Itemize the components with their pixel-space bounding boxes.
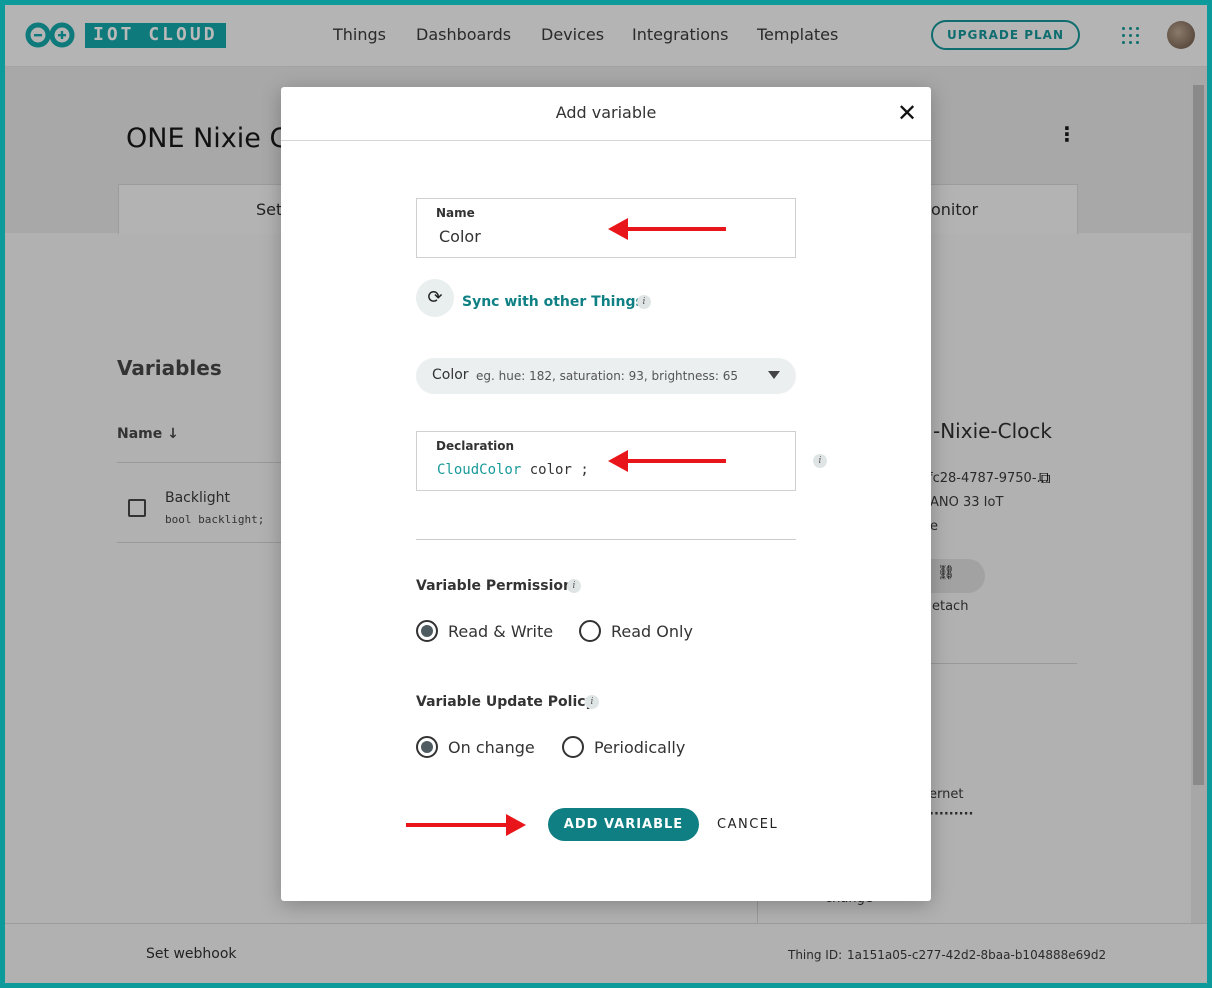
detach-label: etach xyxy=(932,599,969,614)
permission-label: Variable Permission xyxy=(416,578,573,594)
brand-logo[interactable]: IOT CLOUD xyxy=(85,23,226,48)
info-icon[interactable]: i xyxy=(567,579,581,593)
upgrade-plan-button[interactable]: UPGRADE PLAN xyxy=(931,20,1080,50)
thing-id-label: Thing ID: xyxy=(788,948,843,962)
declaration-end: ; xyxy=(580,462,589,478)
nav-dashboards[interactable]: Dashboards xyxy=(416,25,511,44)
read-only-label[interactable]: Read Only xyxy=(611,622,693,641)
sync-icon[interactable]: ⟳ xyxy=(416,279,454,317)
device-id: fc28-4787-9750-... xyxy=(928,471,1049,486)
set-webhook-link[interactable]: Set webhook xyxy=(146,946,237,962)
declaration-name: color xyxy=(529,462,572,478)
variable-declaration: bool backlight; xyxy=(165,513,265,526)
variable-name[interactable]: Backlight xyxy=(165,490,230,506)
info-icon[interactable]: i xyxy=(585,695,599,709)
declaration-field: Declaration CloudColor color ; xyxy=(416,431,796,491)
tab-setup[interactable]: Set xyxy=(256,200,282,219)
add-variable-button[interactable]: ADD VARIABLE xyxy=(548,808,699,841)
name-column-header[interactable]: Name ↓ xyxy=(117,426,179,442)
arrow-down-icon: ↓ xyxy=(167,426,179,442)
footer: Set webhook Thing ID: 1a151a05-c277-42d2… xyxy=(5,923,1207,983)
link-icon: ⛓ xyxy=(937,565,955,581)
thing-title: ONE Nixie C xyxy=(126,123,289,154)
dialog-title: Add variable xyxy=(281,87,931,141)
periodically-label[interactable]: Periodically xyxy=(594,738,685,757)
arduino-logo-icon[interactable] xyxy=(25,22,75,48)
more-menu-icon[interactable]: ⋮ xyxy=(1057,124,1077,144)
divider xyxy=(915,663,1077,664)
info-icon[interactable]: i xyxy=(637,295,651,309)
name-input[interactable]: Color xyxy=(439,227,481,246)
declaration-type: CloudColor xyxy=(437,462,522,478)
top-nav: IOT CLOUD Things Dashboards Devices Inte… xyxy=(5,5,1207,67)
red-arrow-annotation xyxy=(608,218,726,240)
network-password: ········· xyxy=(929,807,974,822)
divider xyxy=(117,462,287,463)
copy-icon[interactable]: ⧉ xyxy=(1039,468,1050,488)
on-change-radio[interactable] xyxy=(416,736,438,758)
declaration-code: CloudColor color ; xyxy=(437,462,589,478)
variable-checkbox[interactable] xyxy=(128,499,146,517)
red-arrow-annotation xyxy=(608,450,726,472)
declaration-label: Declaration xyxy=(436,439,515,453)
nav-templates[interactable]: Templates xyxy=(757,25,838,44)
device-name: -Nixie-Clock xyxy=(933,419,1052,443)
nav-devices[interactable]: Devices xyxy=(541,25,604,44)
on-change-label[interactable]: On change xyxy=(448,738,535,757)
type-value: Color xyxy=(432,367,469,383)
add-variable-dialog: Add variable ✕ Name Color ⟳ Sync with ot… xyxy=(281,87,931,901)
type-select[interactable]: Color eg. hue: 182, saturation: 93, brig… xyxy=(416,358,796,394)
device-status: e xyxy=(930,519,938,534)
read-only-radio[interactable] xyxy=(579,620,601,642)
periodically-radio[interactable] xyxy=(562,736,584,758)
divider xyxy=(416,539,796,540)
name-column-label: Name xyxy=(117,426,163,442)
variables-heading: Variables xyxy=(117,356,222,380)
read-write-radio[interactable] xyxy=(416,620,438,642)
network-label: ernet xyxy=(929,787,964,802)
read-write-label[interactable]: Read & Write xyxy=(448,622,553,641)
thing-id: 1a151a05-c277-42d2-8baa-b104888e69d2 xyxy=(847,948,1107,962)
divider xyxy=(117,542,287,543)
update-policy-label: Variable Update Policy xyxy=(416,694,595,710)
type-example: eg. hue: 182, saturation: 93, brightness… xyxy=(476,369,738,383)
scrollbar-thumb[interactable] xyxy=(1193,85,1204,785)
tab-monitor[interactable]: onitor xyxy=(931,200,978,219)
name-label: Name xyxy=(436,206,475,220)
app-window: IOT CLOUD Things Dashboards Devices Inte… xyxy=(5,5,1207,983)
apps-grid-icon[interactable] xyxy=(1122,27,1140,45)
nav-integrations[interactable]: Integrations xyxy=(632,25,729,44)
nav-things[interactable]: Things xyxy=(333,25,386,44)
close-icon[interactable]: ✕ xyxy=(897,101,917,125)
red-arrow-annotation xyxy=(406,814,526,836)
cancel-button[interactable]: CANCEL xyxy=(717,817,778,832)
sync-link[interactable]: Sync with other Things xyxy=(462,294,644,310)
info-icon[interactable]: i xyxy=(813,454,827,468)
avatar[interactable] xyxy=(1167,21,1195,49)
device-type: ANO 33 IoT xyxy=(930,495,1004,510)
name-field[interactable]: Name Color xyxy=(416,198,796,258)
chevron-down-icon xyxy=(768,371,780,379)
